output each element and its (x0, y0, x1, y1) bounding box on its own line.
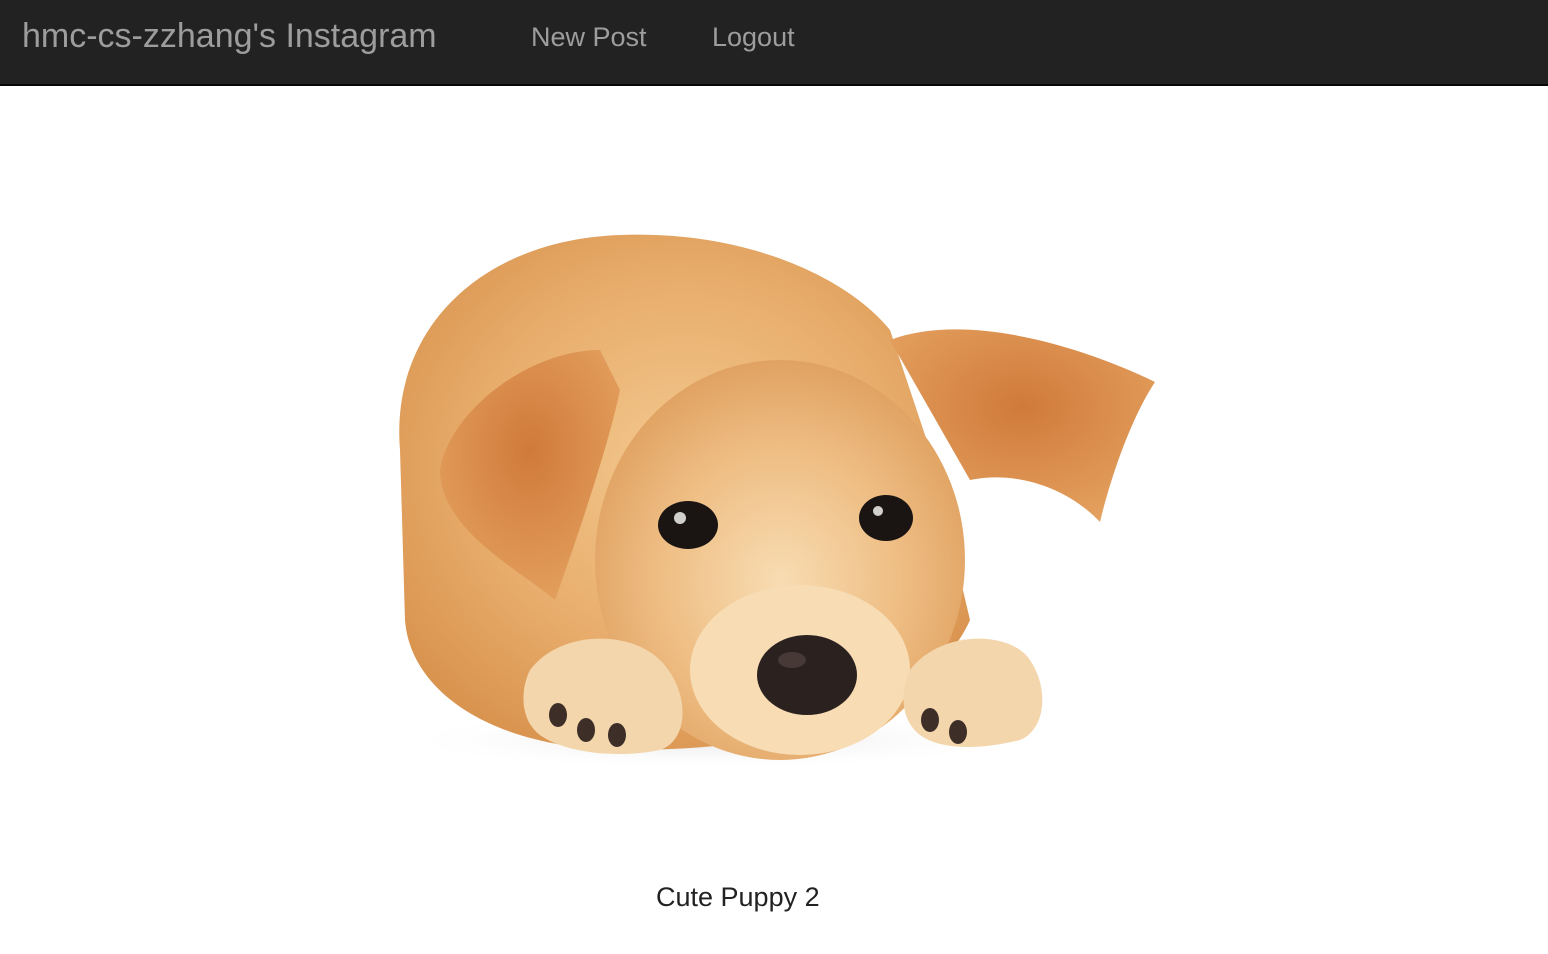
top-navbar: hmc-cs-zzhang's Instagram New Post Logou… (0, 0, 1548, 86)
logout-link[interactable]: Logout (712, 20, 795, 54)
left-eye (658, 501, 718, 549)
new-post-link[interactable]: New Post (531, 20, 647, 54)
post-photo-puppy (390, 234, 1155, 770)
nose (757, 635, 857, 715)
brand-link[interactable]: hmc-cs-zzhang's Instagram (22, 14, 437, 58)
right-eye (859, 495, 913, 541)
post-caption: Cute Puppy 2 (656, 882, 820, 912)
post-card (330, 150, 1230, 850)
